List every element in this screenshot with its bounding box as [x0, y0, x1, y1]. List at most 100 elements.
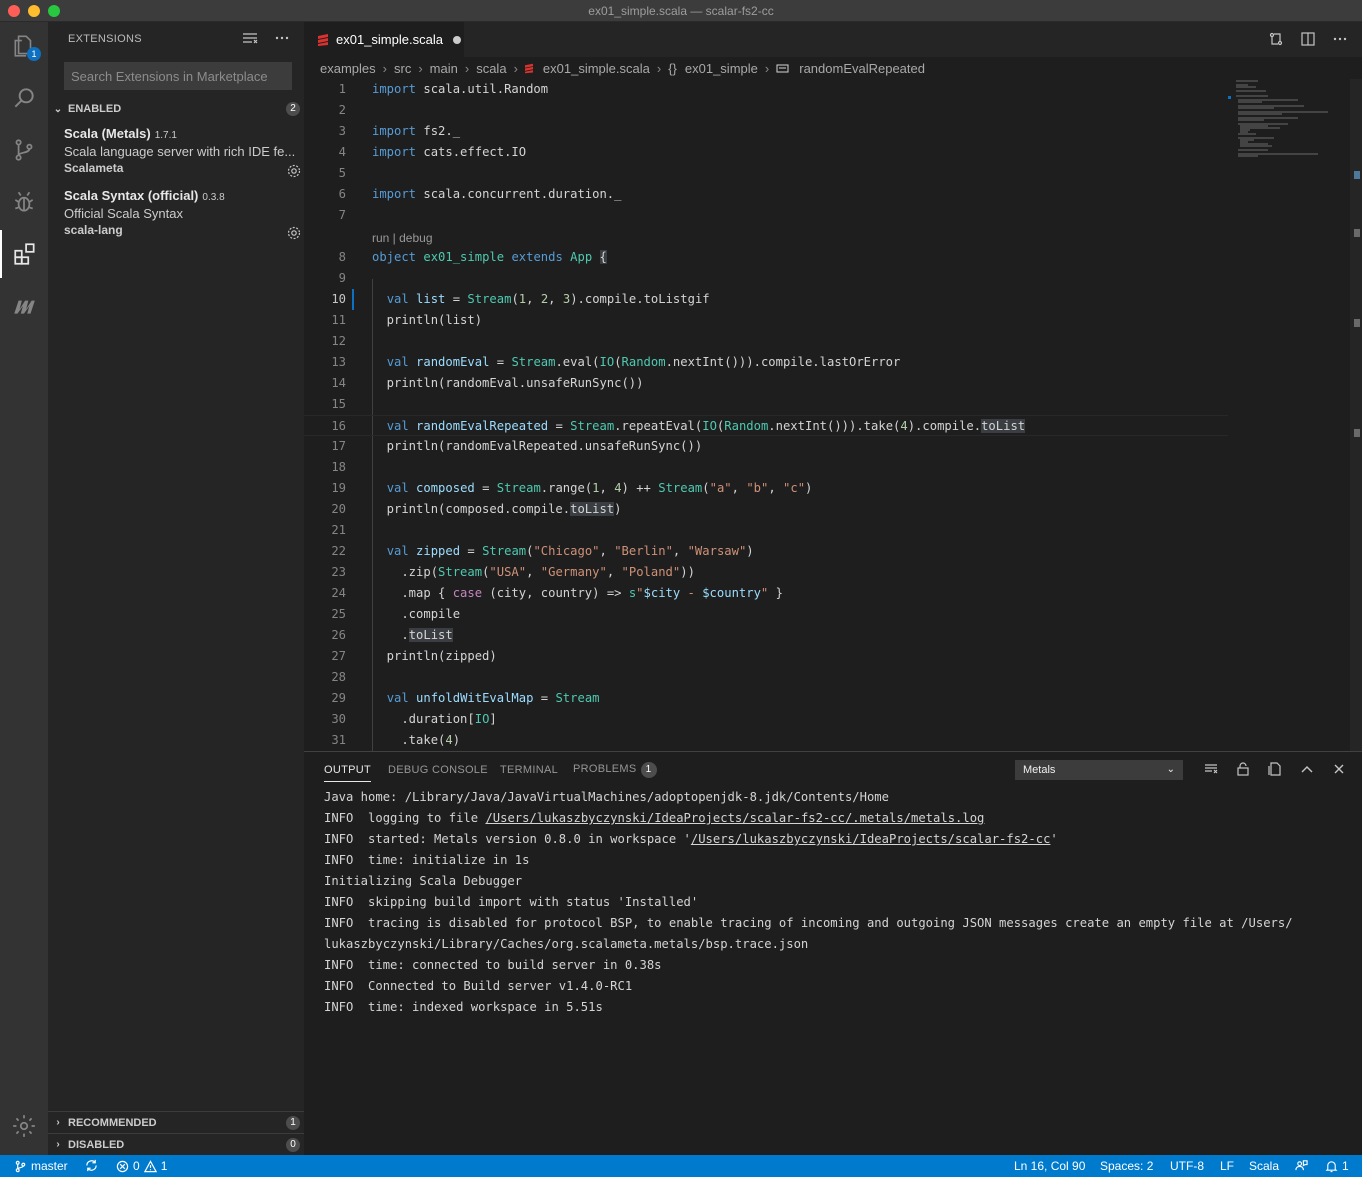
log-file-link[interactable]: /Users/lukaszbyczynski/IdeaProjects/scal…	[485, 811, 984, 825]
code-line[interactable]: 6 import scala.concurrent.duration._	[304, 184, 1228, 205]
more-actions-icon[interactable]	[274, 31, 290, 45]
language-mode[interactable]: Scala	[1249, 1159, 1279, 1173]
git-branch-status[interactable]: master	[14, 1159, 68, 1173]
open-log-file-icon[interactable]	[1268, 762, 1282, 776]
code-line[interactable]: 11 println(list)	[304, 310, 1228, 331]
manage-extension-gear-icon[interactable]	[286, 225, 302, 241]
line-number: 8	[338, 250, 346, 264]
tab-debug-console[interactable]: DEBUG CONSOLE	[388, 764, 488, 776]
extensions-search-input[interactable]	[64, 62, 292, 90]
close-panel-icon[interactable]	[1332, 762, 1346, 776]
code-line[interactable]: 16 val randomEvalRepeated = Stream.repea…	[304, 415, 1228, 436]
scroll-lock-icon[interactable]	[1236, 762, 1250, 776]
codelens-run-debug[interactable]: run | debug	[372, 228, 433, 249]
code-line[interactable]: 1 import scala.util.Random	[304, 79, 1228, 100]
extension-item-scala-metals[interactable]: Scala (Metals) 1.7.1 Scala language serve…	[64, 126, 301, 178]
code-line[interactable]: 25 .compile	[304, 604, 1228, 625]
line-number: 5	[338, 166, 346, 180]
extensions-icon[interactable]	[0, 230, 48, 278]
line-number: 26	[331, 628, 346, 642]
code-line[interactable]: 24 .map { case (city, country) => s"$cit…	[304, 583, 1228, 604]
manage-gear-icon[interactable]	[0, 1102, 48, 1150]
code-line[interactable]: 19 val composed = Stream.range(1, 4) ++ …	[304, 478, 1228, 499]
metals-icon[interactable]	[0, 282, 48, 330]
line-number: 31	[331, 733, 346, 747]
output-line: INFO Connected to Build server v1.4.0-RC…	[324, 979, 633, 993]
split-editor-icon[interactable]	[1300, 31, 1316, 47]
maximize-panel-icon[interactable]	[1300, 762, 1314, 776]
code-line[interactable]: 8 object ex01_simple extends App {	[304, 247, 1228, 268]
editor-more-icon[interactable]	[1332, 31, 1348, 47]
code-line[interactable]: 22 val zipped = Stream("Chicago", "Berli…	[304, 541, 1228, 562]
code-line[interactable]: 31 .take(4)	[304, 730, 1228, 751]
error-count: 0	[133, 1159, 140, 1173]
output-channel-value: Metals	[1023, 764, 1056, 776]
breadcrumb-item[interactable]: ex01_simple	[685, 61, 758, 76]
code-line[interactable]: 18	[304, 457, 1228, 478]
code-line[interactable]: 27 println(zipped)	[304, 646, 1228, 667]
code-line[interactable]: 23 .zip(Stream("USA", "Germany", "Poland…	[304, 562, 1228, 583]
code-line[interactable]: 5	[304, 163, 1228, 184]
code-line[interactable]: 26 .toList	[304, 625, 1228, 646]
enabled-section-header[interactable]: ⌄ ENABLED 2	[48, 98, 304, 120]
clear-list-icon[interactable]	[242, 31, 258, 45]
code-text: val randomEval = Stream.eval(IO(Random.n…	[386, 355, 901, 369]
breadcrumb-item[interactable]: scala	[476, 61, 506, 76]
manage-extension-gear-icon[interactable]	[286, 163, 302, 179]
search-icon[interactable]	[0, 74, 48, 122]
problems-status[interactable]: 0 1	[116, 1159, 167, 1173]
code-line[interactable]: 21	[304, 520, 1228, 541]
breadcrumb-item[interactable]: main	[430, 61, 458, 76]
code-line[interactable]: 10 val list = Stream(1, 2, 3).compile.to…	[304, 289, 1228, 310]
activity-bar: 1	[0, 22, 48, 1155]
tab-problems[interactable]: PROBLEMS 1	[573, 762, 657, 778]
eol-status[interactable]: LF	[1220, 1159, 1234, 1173]
cursor-position[interactable]: Ln 16, Col 90	[1014, 1159, 1085, 1173]
breadcrumb-item[interactable]: randomEvalRepeated	[799, 61, 925, 76]
recommended-section-header[interactable]: › RECOMMENDED 1	[48, 1111, 304, 1133]
code-line[interactable]: 13 val randomEval = Stream.eval(IO(Rando…	[304, 352, 1228, 373]
breadcrumb-item[interactable]: src	[394, 61, 411, 76]
code-line[interactable]: 28	[304, 667, 1228, 688]
code-line[interactable]: 17 println(randomEvalRepeated.unsafeRunS…	[304, 436, 1228, 457]
tab-ex01-simple-scala[interactable]: ex01_simple.scala	[304, 22, 464, 57]
code-editor[interactable]: run | debug 1 import scala.util.Random 2 3 i…	[304, 79, 1228, 751]
line-number: 2	[338, 103, 346, 117]
code-line[interactable]: 15	[304, 394, 1228, 415]
clear-output-icon[interactable]	[1204, 762, 1218, 776]
notifications-status[interactable]: 1	[1325, 1159, 1349, 1173]
tab-output[interactable]: OUTPUT	[324, 764, 372, 782]
code-line[interactable]: 4 import cats.effect.IO	[304, 142, 1228, 163]
notification-count: 1	[1342, 1159, 1349, 1173]
breadcrumb-item[interactable]: ex01_simple.scala	[543, 61, 650, 76]
output-channel-select[interactable]: Metals ⌄	[1015, 760, 1183, 780]
sync-icon[interactable]	[85, 1159, 98, 1172]
code-line[interactable]: 20 println(composed.compile.toList)	[304, 499, 1228, 520]
source-control-icon[interactable]	[0, 126, 48, 174]
code-line[interactable]: 14 println(randomEval.unsafeRunSync())	[304, 373, 1228, 394]
debug-icon[interactable]	[0, 178, 48, 226]
code-line[interactable]: 2	[304, 100, 1228, 121]
explorer-icon[interactable]: 1	[0, 22, 48, 70]
editor-scrollbar[interactable]	[1350, 79, 1362, 751]
open-changes-icon[interactable]	[1268, 31, 1284, 47]
extension-version: 0.3.8	[202, 192, 225, 203]
feedback-icon[interactable]	[1295, 1159, 1308, 1172]
minimap[interactable]	[1228, 79, 1350, 751]
code-line[interactable]: 7	[304, 205, 1228, 226]
breadcrumb-item[interactable]: examples	[320, 61, 376, 76]
indentation-status[interactable]: Spaces: 2	[1100, 1159, 1153, 1173]
code-line[interactable]: 29 val unfoldWitEvalMap = Stream	[304, 688, 1228, 709]
enabled-label: ENABLED	[68, 103, 122, 115]
unsaved-dot-icon[interactable]	[452, 35, 461, 44]
extension-item-scala-syntax[interactable]: Scala Syntax (official) 0.3.8 Official Sc…	[64, 188, 301, 240]
disabled-section-header[interactable]: › DISABLED 0	[48, 1133, 304, 1155]
extensions-sidebar: EXTENSIONS ⌄ ENABLED 2 Scala (Metals)1.7…	[48, 22, 304, 1155]
encoding-status[interactable]: UTF-8	[1170, 1159, 1204, 1173]
code-line[interactable]: 3 import fs2._	[304, 121, 1228, 142]
tab-terminal[interactable]: TERMINAL	[500, 764, 558, 776]
code-line[interactable]: 9	[304, 268, 1228, 289]
workspace-link[interactable]: /Users/lukaszbyczynski/IdeaProjects/scal…	[691, 832, 1051, 846]
code-line[interactable]: 30 .duration[IO]	[304, 709, 1228, 730]
code-line[interactable]: 12	[304, 331, 1228, 352]
